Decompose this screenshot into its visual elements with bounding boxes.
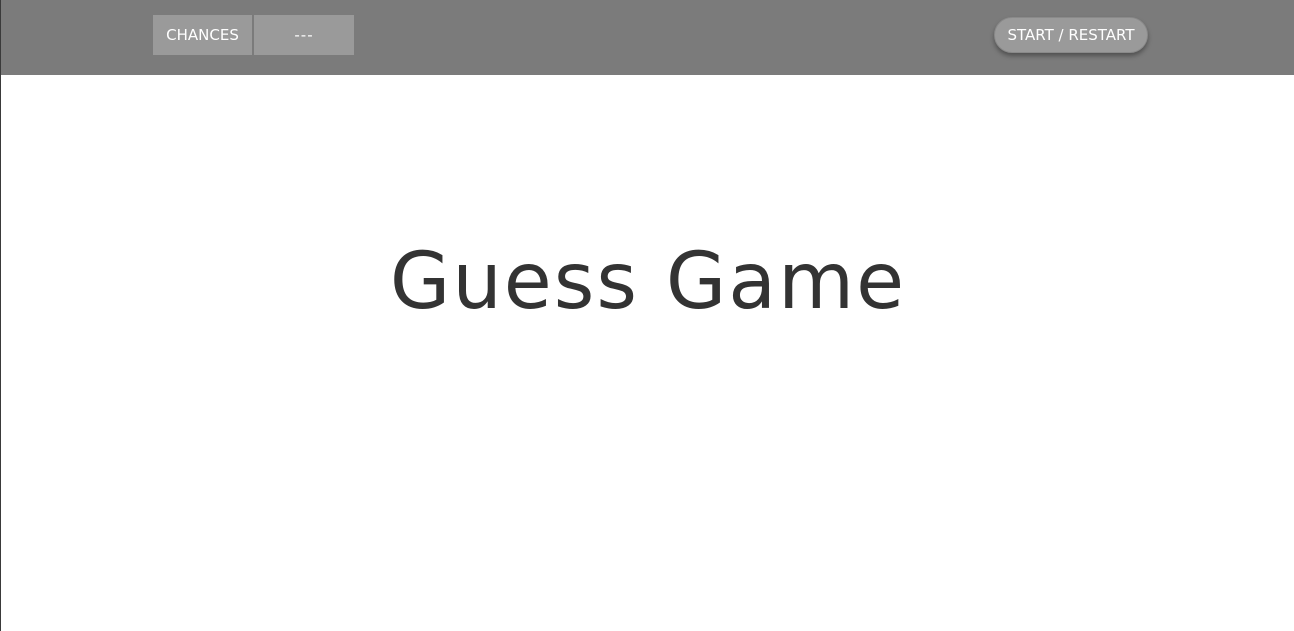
- game-title: Guess Game: [389, 237, 907, 327]
- chances-label: CHANCES: [153, 15, 252, 55]
- start-restart-button[interactable]: START / RESTART: [994, 17, 1148, 53]
- game-page: CHANCES --- START / RESTART Guess Game: [0, 0, 1294, 631]
- top-bar: CHANCES --- START / RESTART: [1, 0, 1294, 75]
- chances-value: ---: [254, 15, 354, 55]
